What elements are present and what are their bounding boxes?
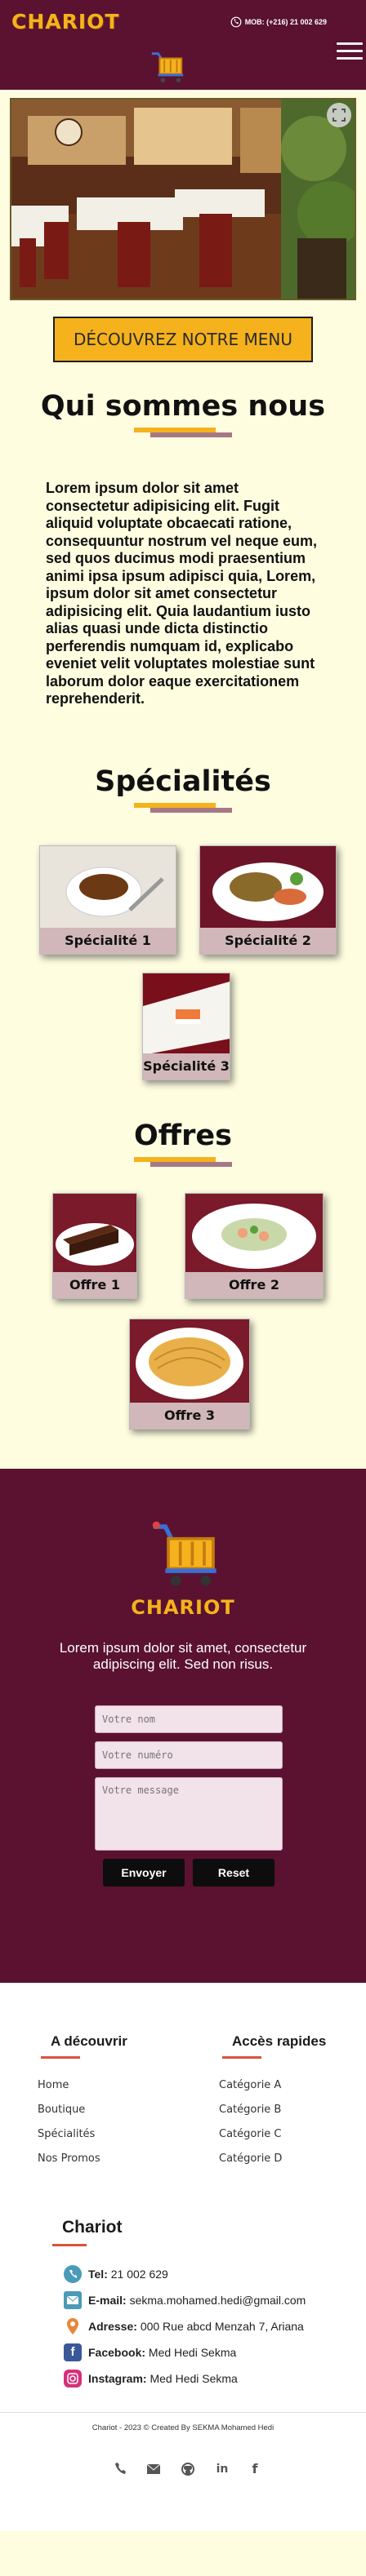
about-section: Qui sommes nous Lorem ipsum dolor sit am… [0,390,366,708]
offre-card[interactable]: Offre 3 [129,1318,250,1430]
meat-dish-image [200,845,336,929]
contact-facebook[interactable]: f Facebook: Med Hedi Sekma [64,2343,236,2361]
specialites-section: Spécialités Spécialité 1 Spécialité 2 Sp… [0,765,366,1098]
facebook-value: Med Hedi Sekma [148,2345,237,2359]
salad-image [185,1193,323,1274]
specialites-title: Spécialités [95,765,271,798]
cake-image [53,1193,136,1274]
soup-image [40,845,176,929]
number-input[interactable] [95,1740,283,1769]
card-caption: Offre 2 [185,1271,323,1298]
footer-link-category-d[interactable]: Catégorie D [219,2153,282,2165]
contact-brand: CHARIOT [131,1595,235,1619]
envelope-icon [64,2290,82,2309]
contact-tel[interactable]: Tel: 21 002 629 [64,2264,168,2283]
linkedin-icon[interactable]: in [212,2459,232,2479]
title-underline [222,2055,261,2059]
tel-value: 21 002 629 [110,2267,168,2281]
reset-button[interactable]: Reset [193,1858,274,1887]
hero-image [10,98,356,300]
card-caption: Offre 3 [130,1402,249,1429]
specialite-card[interactable]: Spécialité 2 [199,845,337,955]
cart-icon[interactable] [149,47,186,85]
phone-number: MOB: (+216) 21 002 629 [244,18,327,26]
footer-link-promos[interactable]: Nos Promos [38,2153,100,2165]
title-underline [52,2243,87,2246]
about-title: Qui sommes nous [40,390,326,423]
phone-contact[interactable]: MOB: (+216) 21 002 629 [230,16,327,28]
name-input[interactable] [95,1705,283,1733]
sushi-image [143,973,230,1055]
title-underline [134,428,232,439]
fullscreen-icon[interactable] [327,103,351,127]
site-footer: A découvrir Home Boutique Spécialités No… [0,1982,366,2531]
title-underline [134,802,232,814]
instagram-icon [64,2369,82,2388]
footer-link-category-b[interactable]: Catégorie B [219,2104,281,2116]
contact-section: CHARIOT Lorem ipsum dolor sit amet, cons… [0,1468,366,1983]
phone-icon [230,16,242,28]
footer-link-category-c[interactable]: Catégorie C [219,2128,282,2140]
cart-icon [152,1521,216,1585]
menu-icon[interactable] [337,42,363,64]
footer-contact-title: Chariot [62,2217,123,2237]
footer-link-category-a[interactable]: Catégorie A [219,2079,281,2091]
email-value: sekma.mohamed.hedi@gmail.com [129,2293,306,2307]
contact-address[interactable]: Adresse: 000 Rue abcd Menzah 7, Ariana [64,2317,304,2335]
facebook-label: Facebook: [88,2345,146,2359]
footer-link-boutique[interactable]: Boutique [38,2104,85,2116]
about-text: Lorem ipsum dolor sit amet consectetur a… [46,480,318,707]
footer-link-home[interactable]: Home [38,2079,69,2091]
pasta-image [130,1319,249,1404]
divider [0,2411,366,2413]
contact-instagram[interactable]: Instagram: Med Hedi Sekma [64,2369,238,2388]
quick-access-title: Accès rapides [232,2033,327,2049]
card-caption: Spécialité 1 [40,927,176,954]
github-icon[interactable] [178,2459,198,2479]
phone-icon[interactable] [109,2459,129,2479]
discover-menu-button[interactable]: DÉCOUVREZ NOTRE MENU [53,317,313,362]
title-underline [41,2055,80,2059]
footer-link-specialites[interactable]: Spécialités [38,2128,95,2140]
specialite-card[interactable]: Spécialité 1 [39,845,176,955]
specialite-card[interactable]: Spécialité 3 [142,972,230,1080]
location-icon [64,2317,82,2335]
tel-label: Tel: [88,2267,108,2281]
offre-card[interactable]: Offre 2 [185,1192,324,1299]
instagram-value: Med Hedi Sekma [150,2371,238,2385]
instagram-label: Instagram: [88,2371,147,2385]
brand-logo-text[interactable]: CHARIOT [11,10,119,33]
address-value: 000 Rue abcd Menzah 7, Ariana [140,2319,304,2333]
facebook-icon: f [64,2343,82,2361]
send-button[interactable]: Envoyer [103,1858,185,1887]
title-underline [134,1156,232,1168]
card-caption: Offre 1 [53,1271,136,1298]
restaurant-photo [11,100,355,299]
contact-description: Lorem ipsum dolor sit amet, consectetur … [59,1639,307,1672]
facebook-icon[interactable]: f [245,2459,265,2479]
address-label: Adresse: [88,2319,137,2333]
site-header: CHARIOT MOB: (+216) 21 002 629 [0,0,366,90]
contact-email[interactable]: E-mail: sekma.mohamed.hedi@gmail.com [64,2290,306,2309]
offre-card[interactable]: Offre 1 [52,1192,137,1299]
offres-title: Offres [134,1119,232,1152]
phone-icon [64,2264,82,2283]
card-caption: Spécialité 2 [200,927,336,954]
discover-title: A découvrir [51,2033,127,2049]
card-caption: Spécialité 3 [143,1053,230,1080]
envelope-icon[interactable] [144,2459,163,2479]
email-label: E-mail: [88,2293,127,2307]
message-textarea[interactable] [95,1776,283,1851]
offres-section: Offres Offre 1 Offre 2 Offre 3 [0,1120,366,1470]
copyright-text: Chariot - 2023 © Created By SEKMA Mohame… [92,2423,274,2432]
